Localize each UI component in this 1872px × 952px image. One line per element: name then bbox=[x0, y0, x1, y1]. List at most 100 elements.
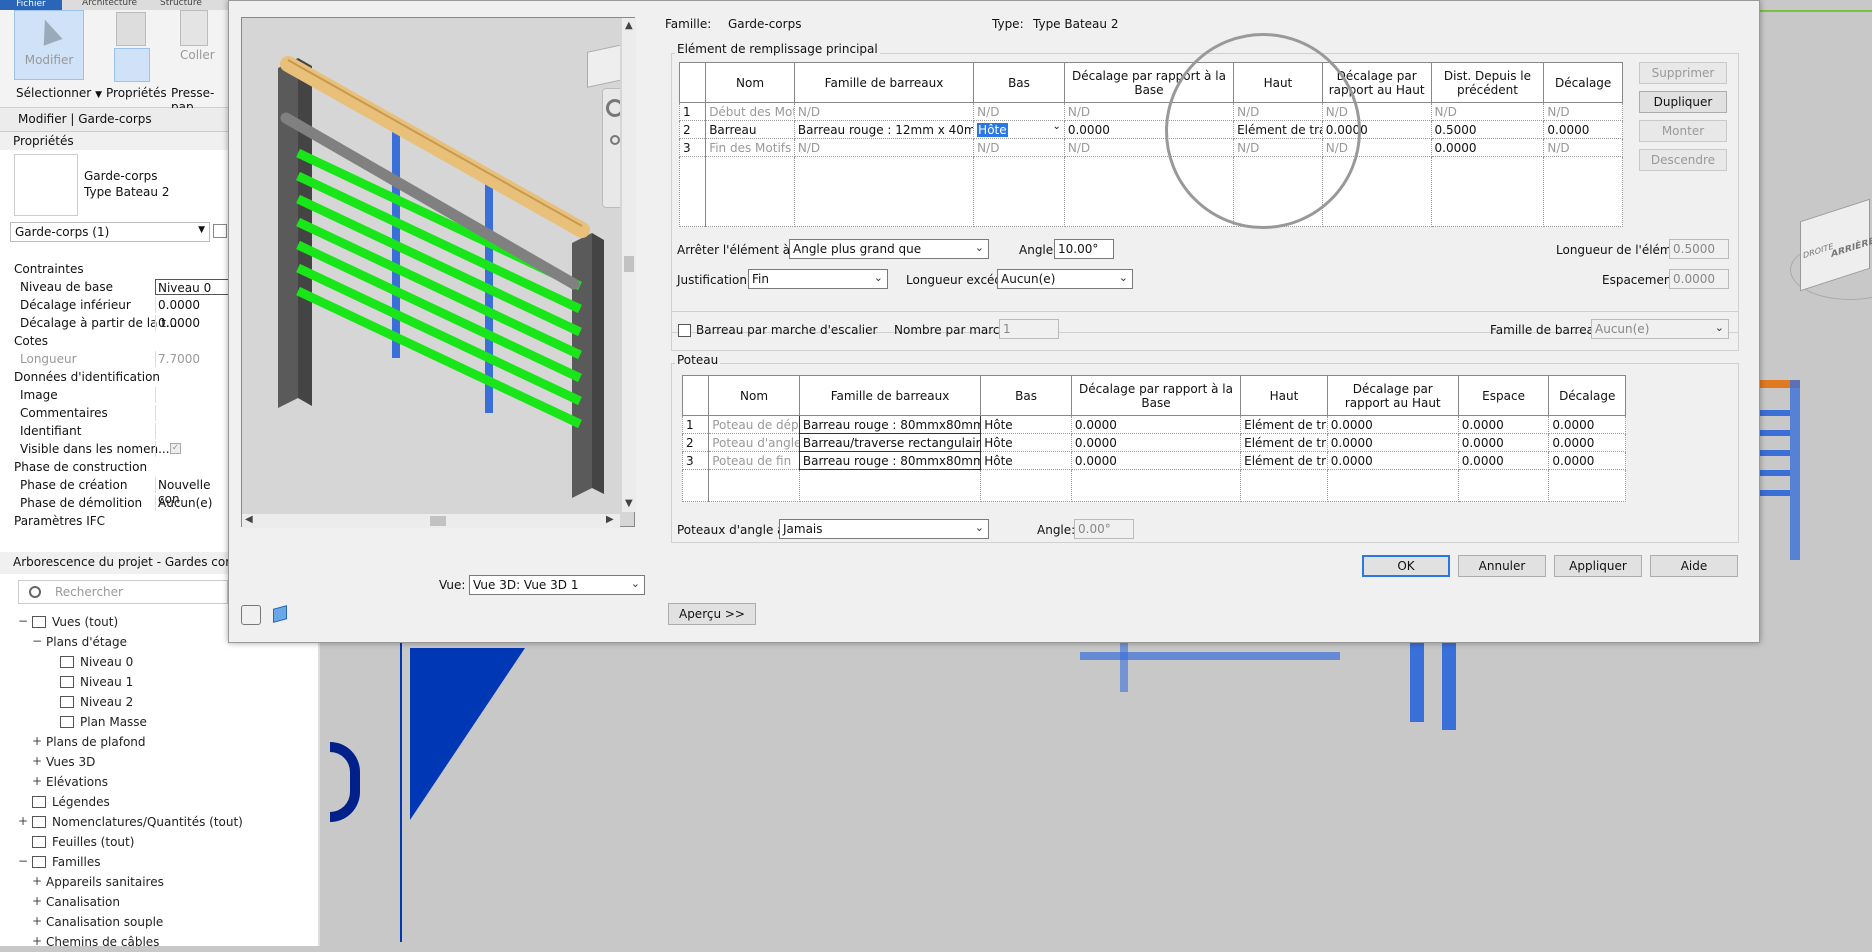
barreau-par-marche-checkbox[interactable] bbox=[678, 324, 691, 337]
browser-tree-item[interactable]: Feuilles (tout) bbox=[0, 834, 318, 852]
table-cell[interactable]: 0.0000 bbox=[1326, 433, 1459, 452]
coller-label[interactable]: Coller bbox=[180, 48, 215, 62]
browser-tree-item[interactable]: + Chemins de câbles bbox=[0, 934, 318, 952]
steering-wheel-icon[interactable] bbox=[241, 605, 261, 625]
row-number[interactable]: 2 bbox=[678, 120, 707, 139]
ok-button[interactable]: OK bbox=[1362, 555, 1450, 577]
angle-input[interactable]: 10.00° bbox=[1054, 239, 1114, 259]
table-cell[interactable]: 0.0000 bbox=[1457, 433, 1550, 452]
proprietes-icon-button[interactable] bbox=[114, 48, 150, 82]
table-cell[interactable]: Hôte bbox=[980, 451, 1072, 470]
column-header[interactable]: Décalage bbox=[1543, 62, 1623, 103]
column-header[interactable]: Bas bbox=[980, 375, 1072, 416]
proprietes-label[interactable]: Propriétés bbox=[106, 86, 167, 100]
table-cell[interactable]: N/D bbox=[793, 138, 975, 157]
edit-type-icon[interactable] bbox=[213, 224, 227, 238]
appliquer-button[interactable]: Appliquer bbox=[1554, 555, 1642, 577]
longueur-input[interactable]: 0.5000 bbox=[1669, 239, 1729, 259]
property-value[interactable]: Nouvelle con bbox=[155, 477, 235, 506]
property-value[interactable]: 7.7000 bbox=[155, 351, 235, 367]
browser-tree-item[interactable]: + Nomenclatures/Quantités (tout) bbox=[0, 814, 318, 832]
table-cell[interactable]: 0.0000 bbox=[1548, 433, 1626, 452]
column-header[interactable]: Haut bbox=[1233, 62, 1323, 103]
table-cell[interactable]: Début des Motif bbox=[705, 102, 795, 121]
collapse-icon[interactable]: − bbox=[18, 854, 28, 868]
table-cell[interactable]: Hôte bbox=[980, 433, 1072, 452]
property-category[interactable]: Contraintes bbox=[14, 262, 214, 276]
table-cell[interactable]: Barreau rouge : 80mmx80mm bbox=[798, 451, 982, 470]
scroll-up-icon[interactable]: ▲ bbox=[625, 20, 633, 31]
arreter-dropdown[interactable]: Angle plus grand que ⌄ bbox=[789, 239, 989, 259]
table-cell[interactable]: Barreau/traverse rectangulaire : 1 bbox=[798, 433, 982, 452]
dupliquer-button[interactable]: Dupliquer bbox=[1639, 91, 1727, 113]
table-row[interactable]: 3 Poteau de fin Barreau rouge : 80mmx80mm H… bbox=[681, 451, 1626, 470]
browser-tree-item[interactable]: Niveau 1 bbox=[0, 674, 318, 692]
property-row[interactable]: Image bbox=[10, 386, 230, 404]
property-row[interactable]: Décalage inférieur 0.0000 bbox=[10, 296, 230, 314]
table-cell[interactable]: 0.0000 bbox=[1070, 451, 1242, 470]
browser-tree-item[interactable]: Niveau 2 bbox=[0, 694, 318, 712]
column-header[interactable]: Haut bbox=[1240, 375, 1328, 416]
table-cell[interactable]: 0.0000 bbox=[1543, 120, 1623, 139]
column-header[interactable]: Bas bbox=[973, 62, 1065, 103]
preview-horizontal-scrollbar[interactable]: ◀ ▶ bbox=[242, 514, 620, 528]
table-cell[interactable]: Poteau d'angle bbox=[708, 433, 800, 452]
scroll-down-icon[interactable]: ▼ bbox=[625, 498, 633, 509]
table-cell[interactable]: 0.0000 bbox=[1321, 120, 1432, 139]
property-category[interactable]: Paramètres IFC bbox=[14, 514, 214, 528]
browser-tree-item[interactable]: + Vues 3D bbox=[0, 754, 318, 772]
collapse-icon[interactable]: − bbox=[32, 634, 42, 648]
property-row[interactable]: Identifiant bbox=[10, 422, 230, 440]
table-cell[interactable]: Barreau bbox=[705, 120, 795, 139]
property-row[interactable]: Décalage à partir de la t... 0.0000 bbox=[10, 314, 230, 332]
column-header[interactable]: Espace bbox=[1457, 375, 1550, 416]
table-cell[interactable]: Hôte bbox=[980, 415, 1072, 434]
property-row[interactable]: Visible dans les nomen... ✓ bbox=[10, 440, 230, 458]
table-cell[interactable]: Elément de trav bbox=[1240, 433, 1328, 452]
table-cell[interactable]: 0.0000 bbox=[1063, 120, 1235, 139]
tab-structure[interactable]: Structure bbox=[160, 0, 202, 8]
table-cell[interactable]: N/D bbox=[1321, 102, 1432, 121]
poteaux-angle-dropdown[interactable]: Jamais ⌄ bbox=[779, 519, 989, 539]
expand-icon[interactable]: + bbox=[32, 914, 42, 928]
chevron-down-icon[interactable]: ⌄ bbox=[1052, 122, 1060, 133]
preview-canvas[interactable] bbox=[242, 18, 620, 512]
table-row[interactable]: 2 Barreau Barreau rouge : 12mm x 40mm Hôte ⌄… bbox=[678, 120, 1623, 139]
table-cell[interactable]: Barreau rouge : 12mm x 40mm bbox=[793, 120, 975, 139]
property-row[interactable]: Commentaires bbox=[10, 404, 230, 422]
table-cell[interactable]: 0.5000 bbox=[1430, 120, 1545, 139]
table-cell[interactable]: N/D bbox=[1233, 138, 1323, 157]
table-cell[interactable]: N/D bbox=[973, 138, 1065, 157]
supprimer-button[interactable]: Supprimer bbox=[1639, 62, 1727, 84]
preview-viewcube[interactable] bbox=[587, 44, 620, 88]
column-header[interactable]: Décalage par rapport à la Base bbox=[1063, 62, 1235, 103]
browser-search-input[interactable]: Rechercher bbox=[18, 580, 228, 604]
column-header[interactable]: Famille de barreaux bbox=[793, 62, 975, 103]
column-header[interactable]: Décalage par rapport au Haut bbox=[1321, 62, 1432, 103]
property-value[interactable]: Aucun(e) bbox=[155, 495, 235, 511]
modifier-button[interactable]: Modifier bbox=[14, 10, 84, 80]
tab-fichier[interactable]: Fichier bbox=[0, 0, 62, 10]
aide-button[interactable]: Aide bbox=[1650, 555, 1738, 577]
column-header[interactable]: Nom bbox=[708, 375, 800, 416]
instance-selector[interactable]: Garde-corps (1) ▼ bbox=[10, 222, 210, 242]
table-cell[interactable]: N/D bbox=[1063, 138, 1235, 157]
browser-tree-item[interactable]: + Plans de plafond bbox=[0, 734, 318, 752]
collapse-icon[interactable]: − bbox=[18, 614, 28, 628]
tab-architecture[interactable]: Architecture bbox=[82, 0, 137, 8]
table-cell[interactable]: 0.0000 bbox=[1457, 451, 1550, 470]
table-cell[interactable]: N/D bbox=[793, 102, 975, 121]
table-cell[interactable]: N/D bbox=[1233, 102, 1323, 121]
property-value[interactable]: Niveau 0 bbox=[155, 279, 235, 295]
table-row[interactable]: 2 Poteau d'angle Barreau/traverse rectangu… bbox=[681, 433, 1626, 452]
row-number[interactable]: 1 bbox=[678, 102, 707, 121]
property-row[interactable]: Phase de création Nouvelle con bbox=[10, 476, 230, 506]
column-header[interactable]: Dist. Depuis le précédent bbox=[1430, 62, 1545, 103]
property-row[interactable]: Niveau de base Niveau 0 bbox=[10, 278, 235, 296]
browser-tree-item[interactable]: Niveau 0 bbox=[0, 654, 318, 672]
column-header[interactable]: Décalage par rapport à la Base bbox=[1070, 375, 1242, 416]
longueur-exced-dropdown[interactable]: Aucun(e) ⌄ bbox=[997, 269, 1133, 289]
horizontal-scroll-thumb[interactable] bbox=[430, 516, 446, 526]
table-cell[interactable]: Fin des Motifs bbox=[705, 138, 795, 157]
preview-vertical-scrollbar[interactable]: ▲ ▼ bbox=[622, 18, 636, 512]
